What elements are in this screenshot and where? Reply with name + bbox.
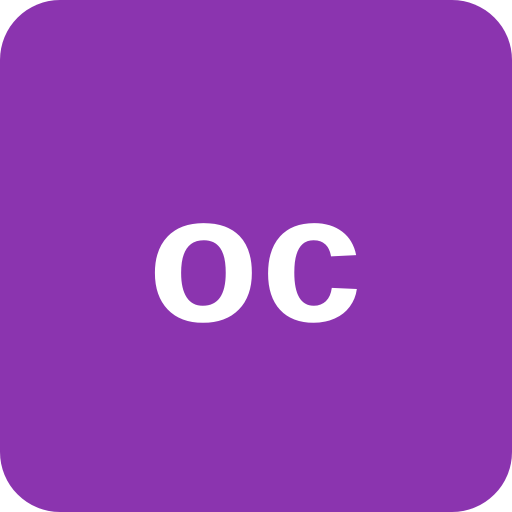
avatar-initials: oc (147, 156, 365, 360)
avatar: oc (0, 0, 512, 512)
